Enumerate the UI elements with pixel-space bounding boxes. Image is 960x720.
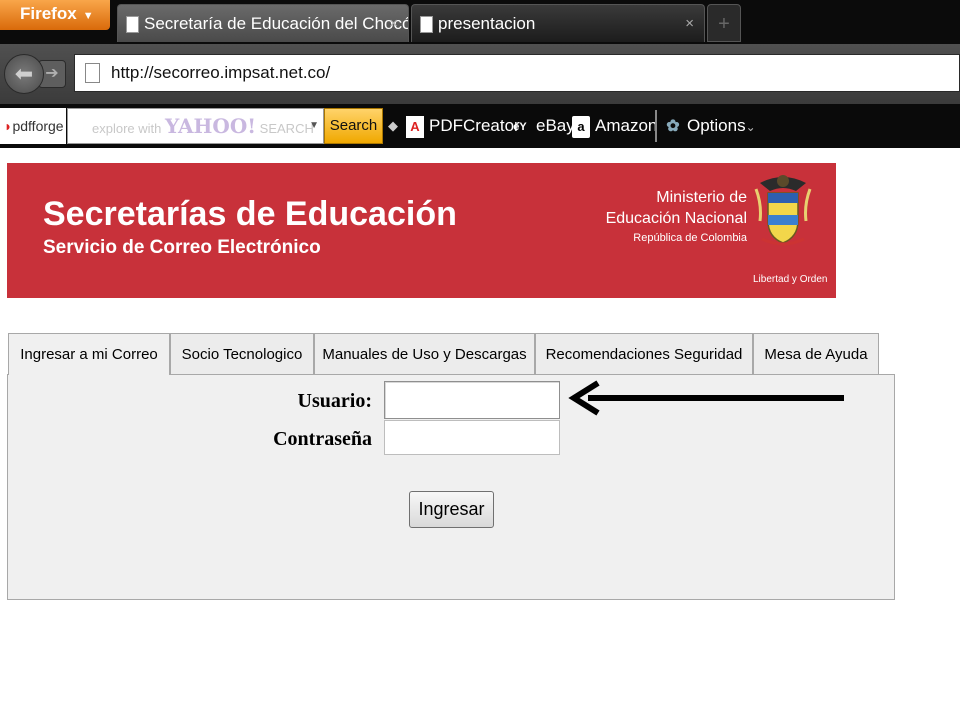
- username-input[interactable]: [384, 381, 560, 419]
- chevron-down-icon: ⌄: [745, 120, 756, 134]
- back-arrow-icon: ⬅: [14, 61, 34, 86]
- search-dropdown-icon[interactable]: ▼: [309, 109, 319, 143]
- pdfforge-logo[interactable]: ◗pdfforge: [0, 108, 66, 144]
- yahoo-logo: YAHOO!: [165, 114, 257, 138]
- username-label: Usuario:: [297, 390, 372, 412]
- ministry-line-3: República de Colombia: [633, 232, 747, 244]
- gear-icon: ✿: [666, 117, 680, 135]
- yahoo-search-input[interactable]: explore with YAHOO! SEARCH ▼: [67, 108, 324, 144]
- pdfcreator-label: PDFCreator: [429, 116, 520, 135]
- tab-title: presentacion: [438, 14, 536, 33]
- ministry-line-2: Educación Nacional: [605, 210, 747, 227]
- ministry-line-1: Ministerio de: [656, 189, 747, 206]
- tab-title: Secretaría de Educación del Chocó: [144, 14, 409, 33]
- tab-ingresar-a-mi-correo[interactable]: Ingresar a mi Correo: [8, 333, 170, 375]
- firefox-menu-label: Firefox: [20, 4, 77, 23]
- address-bar[interactable]: http://secorreo.impsat.net.co/: [74, 54, 960, 92]
- browser-tab-bar: Firefox ▼ Secretaría de Educación del Cho…: [0, 0, 960, 44]
- password-label: Contraseña: [273, 428, 372, 450]
- ebay-icon: eY: [513, 120, 527, 133]
- browser-tab-secretaria[interactable]: Secretaría de Educación del Chocó ×: [117, 4, 409, 42]
- pdfforge-label: pdfforge: [12, 118, 64, 134]
- url-text[interactable]: http://secorreo.impsat.net.co/: [111, 55, 330, 91]
- search-placeholder-prefix: explore with: [92, 121, 162, 136]
- browser-tab-presentacion[interactable]: presentacion ×: [411, 4, 705, 42]
- pdfcreator-button[interactable]: A PDFCreator: [406, 108, 520, 144]
- firefox-menu-button[interactable]: Firefox ▼: [0, 0, 110, 30]
- options-button[interactable]: ✿ Options⌄: [664, 108, 756, 144]
- amazon-button[interactable]: a Amazon: [572, 108, 657, 144]
- options-label: Options: [687, 116, 746, 135]
- amazon-icon: a: [572, 115, 590, 138]
- search-button[interactable]: Search: [324, 108, 383, 144]
- chevron-down-icon: ▼: [82, 10, 94, 22]
- pointer-arrow-icon: [568, 380, 844, 416]
- page-icon: [85, 63, 100, 83]
- amazon-label: Amazon: [595, 116, 658, 135]
- search-placeholder-suffix: SEARCH: [259, 121, 314, 136]
- page-icon: [126, 16, 139, 33]
- site-banner: Secretarías de Educación Servicio de Cor…: [7, 163, 836, 298]
- password-input[interactable]: [384, 420, 560, 455]
- close-icon[interactable]: ×: [685, 5, 694, 42]
- toolbar-grip-icon[interactable]: ◆: [388, 108, 398, 144]
- search-placeholder: explore with YAHOO! SEARCH: [92, 109, 314, 146]
- tab-manuales-de-uso[interactable]: Manuales de Uso y Descargas: [314, 333, 535, 374]
- ebay-button[interactable]: eY eBay: [509, 108, 575, 144]
- close-icon[interactable]: ×: [389, 5, 398, 42]
- toolbar-divider: [655, 110, 657, 142]
- ministry-name: Ministerio de Educación Nacional Repúbli…: [595, 187, 747, 244]
- forward-arrow-icon: ➔: [45, 65, 59, 82]
- addon-toolbar: ◗pdfforge explore with YAHOO! SEARCH ▼ S…: [0, 104, 960, 148]
- navigation-bar: ➔ ⬅ http://secorreo.impsat.net.co/: [0, 44, 960, 104]
- tab-recomendaciones-seguridad[interactable]: Recomendaciones Seguridad: [535, 333, 753, 374]
- login-submit-button[interactable]: Ingresar: [409, 491, 494, 528]
- tab-mesa-de-ayuda[interactable]: Mesa de Ayuda: [753, 333, 879, 374]
- colombia-coat-of-arms-icon: [754, 175, 812, 246]
- banner-title: Secretarías de Educación: [43, 195, 457, 233]
- ministry-motto: Libertad y Orden: [753, 274, 828, 285]
- back-forward-group: ➔ ⬅: [4, 54, 66, 94]
- banner-subtitle: Servicio de Correo Electrónico: [43, 237, 321, 258]
- ebay-label: eBay: [536, 116, 575, 135]
- tab-socio-tecnologico[interactable]: Socio Tecnologico: [170, 333, 314, 374]
- page-icon: [420, 16, 433, 33]
- new-tab-button[interactable]: +: [707, 4, 741, 42]
- pdf-icon: A: [406, 115, 424, 138]
- back-button[interactable]: ⬅: [4, 54, 44, 94]
